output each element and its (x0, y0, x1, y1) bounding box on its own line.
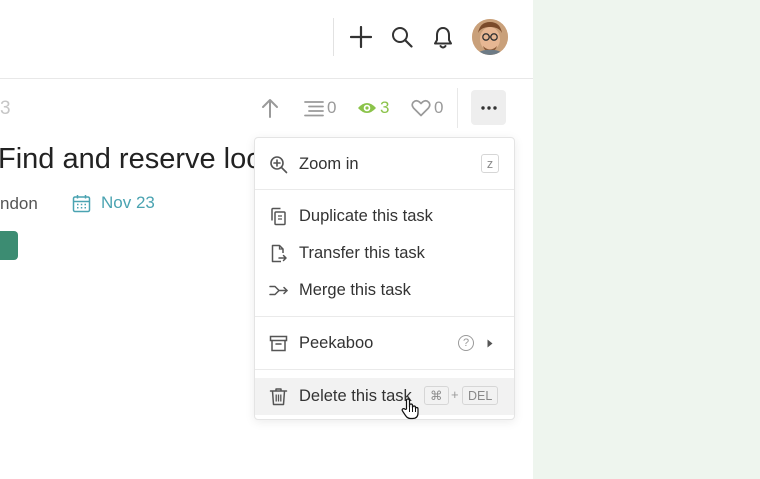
due-date-text: Nov 23 (101, 193, 155, 212)
subtasks-count: 0 (327, 98, 337, 117)
menu-item-duplicate[interactable]: Duplicate this task (255, 198, 514, 235)
menu-divider (255, 189, 514, 190)
peekaboo-label: Peekaboo (299, 334, 374, 352)
transfer-label: Transfer this task (299, 244, 425, 262)
zoom-in-label: Zoom in (299, 155, 359, 173)
subtasks-button[interactable]: 0 (304, 96, 336, 120)
zoom-in-icon (270, 156, 288, 174)
transfer-icon (271, 244, 287, 263)
like-button[interactable]: 0 (411, 96, 443, 120)
merge-label: Merge this task (299, 281, 411, 299)
merge-icon (269, 285, 288, 296)
task-detail-pane: 3 0 3 0 Find and reserve loca ndon Nov 2… (0, 0, 533, 479)
notifications-button[interactable] (431, 25, 455, 51)
task-title[interactable]: Find and reserve loca (0, 143, 277, 176)
add-button[interactable] (349, 25, 373, 49)
duplicate-label: Duplicate this task (299, 207, 433, 225)
menu-item-zoom-in[interactable]: Zoom in z (255, 146, 514, 183)
duplicate-icon (271, 207, 286, 226)
heart-icon (411, 99, 431, 117)
task-options-menu: Zoom in z Duplicate this task Transfer t… (254, 137, 515, 420)
chevron-right-icon (487, 339, 493, 348)
task-id: 3 (0, 98, 11, 119)
menu-item-peekaboo[interactable]: Peekaboo ? (255, 325, 514, 362)
hand-cursor-icon (401, 398, 419, 420)
top-bar (0, 0, 533, 79)
toolbar-divider (457, 88, 458, 128)
search-button[interactable] (390, 25, 414, 49)
eye-icon (358, 103, 376, 113)
delete-label: Delete this task (299, 387, 412, 405)
help-icon[interactable]: ? (458, 335, 474, 351)
avatar[interactable] (472, 19, 508, 55)
menu-item-delete[interactable]: Delete this task ⌘ + DEL (255, 378, 514, 420)
move-up-button[interactable] (260, 96, 280, 120)
more-options-button[interactable] (471, 90, 506, 125)
task-due-date[interactable]: Nov 23 (72, 193, 155, 213)
trash-icon (269, 388, 288, 406)
menu-divider (255, 316, 514, 317)
task-assignee[interactable]: ndon (0, 194, 38, 214)
archive-icon (269, 335, 288, 352)
topbar-divider (333, 18, 334, 56)
plus-icon (350, 26, 372, 48)
arrow-up-icon (262, 99, 278, 118)
delete-shortcut-modifier: ⌘ (424, 386, 449, 405)
delete-shortcut-key: DEL (462, 386, 499, 405)
right-side-panel (533, 0, 760, 479)
subtasks-icon (304, 101, 324, 117)
search-icon (392, 27, 413, 48)
menu-divider (255, 369, 514, 370)
task-tag[interactable] (0, 231, 18, 260)
shortcut-plus: + (451, 387, 459, 402)
likes-count: 0 (434, 98, 444, 117)
menu-item-transfer[interactable]: Transfer this task (255, 235, 514, 272)
watchers-button[interactable]: 3 (357, 96, 389, 120)
watchers-count: 3 (380, 98, 390, 117)
bell-icon (434, 27, 452, 49)
more-icon (480, 105, 497, 110)
menu-item-merge[interactable]: Merge this task (255, 272, 514, 309)
zoom-in-shortcut: z (481, 154, 499, 173)
calendar-icon (72, 194, 91, 212)
user-avatar-image (472, 19, 508, 55)
